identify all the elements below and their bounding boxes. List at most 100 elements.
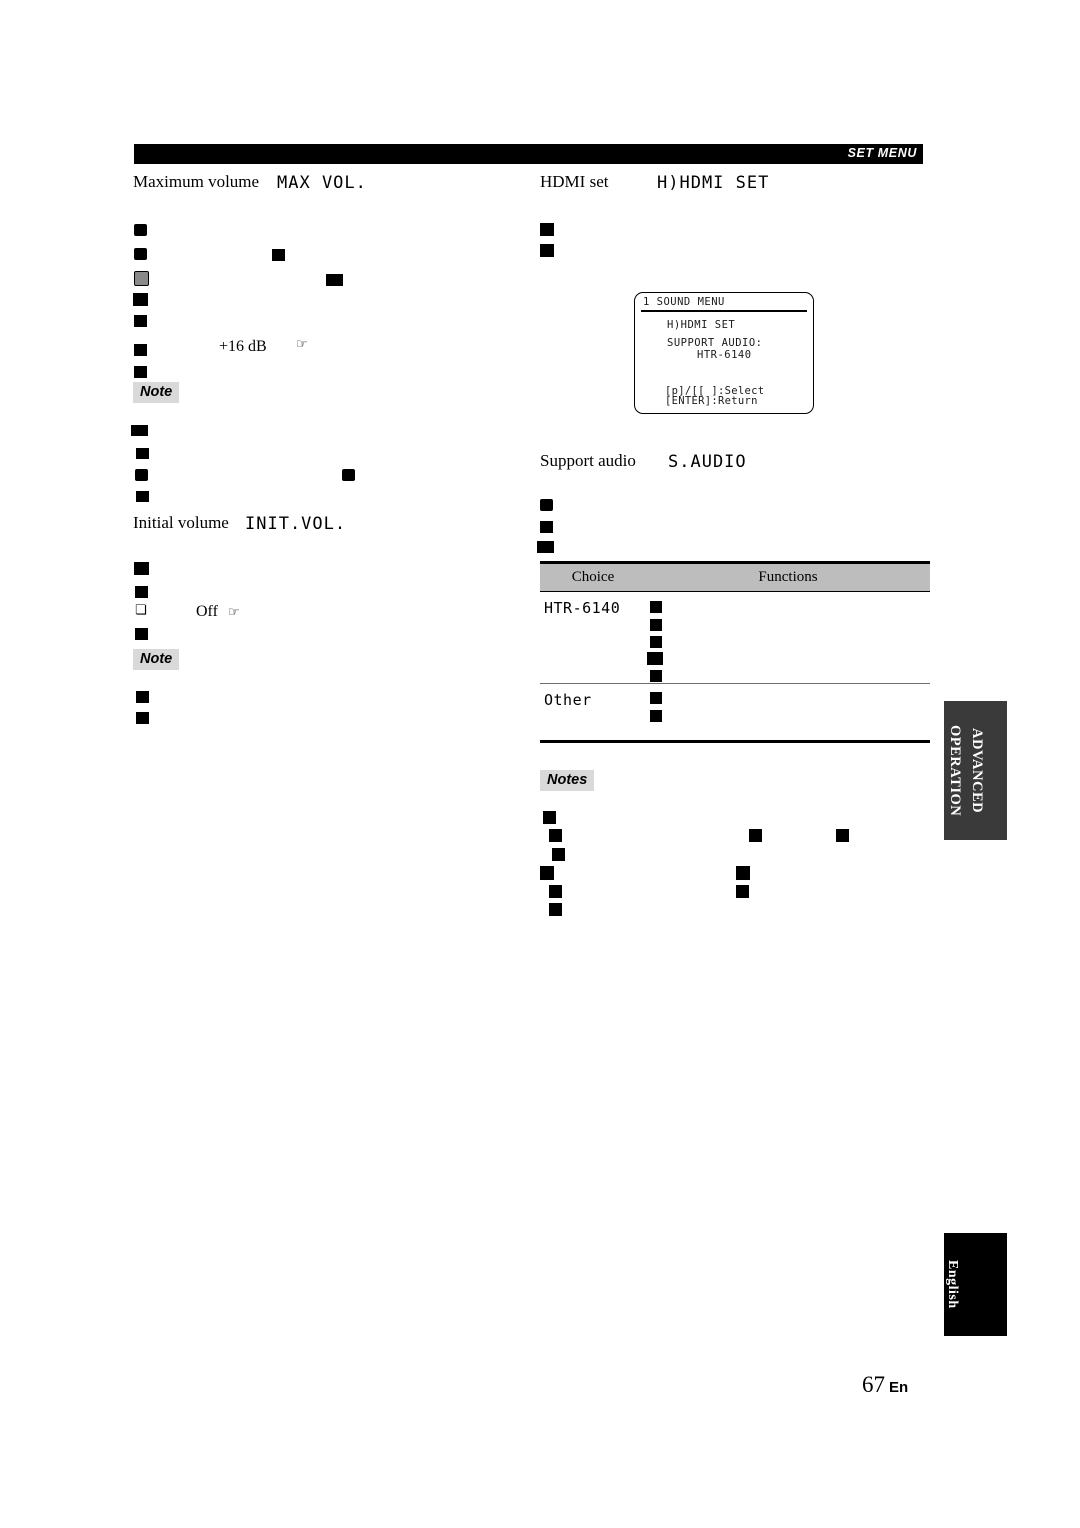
page-language-code: En bbox=[889, 1379, 909, 1396]
redacted-text bbox=[650, 618, 662, 631]
redacted-text bbox=[540, 244, 554, 257]
redacted-text bbox=[135, 469, 148, 481]
section-title-en: HDMI set bbox=[540, 172, 609, 191]
section-title-en: Maximum volume bbox=[133, 172, 260, 191]
note-block-2: Note bbox=[133, 649, 523, 670]
redacted-text bbox=[650, 600, 662, 613]
notes-badge: Notes bbox=[540, 769, 595, 791]
maximum-volume-body: +16 dB ☞ bbox=[133, 198, 523, 378]
redacted-text bbox=[540, 223, 554, 236]
column-header-functions: Functions bbox=[758, 568, 818, 585]
redacted-text bbox=[272, 249, 285, 261]
redacted-text bbox=[543, 810, 556, 824]
redacted-text bbox=[134, 248, 147, 260]
manual-page: SET MENU Maximum volume MAX VOL. +16 dB … bbox=[0, 0, 1080, 1528]
note-2-body bbox=[133, 670, 523, 724]
side-tab-advanced-operation: ADVANCED OPERATION bbox=[944, 701, 1007, 840]
note-block-1: Note bbox=[133, 382, 523, 403]
redacted-text bbox=[136, 448, 149, 459]
page-header-bar: SET MENU bbox=[134, 144, 923, 164]
table-row: Other bbox=[540, 684, 930, 740]
redacted-text bbox=[549, 884, 562, 898]
table-cell-choice: HTR-6140 bbox=[544, 598, 621, 617]
redacted-text bbox=[647, 651, 663, 665]
redacted-text bbox=[134, 224, 147, 236]
lcd-title-divider bbox=[641, 310, 807, 312]
lcd-line-model-value: HTR-6140 bbox=[697, 349, 752, 361]
redacted-text bbox=[135, 628, 148, 640]
max-volume-value: +16 dB bbox=[219, 338, 267, 355]
note-badge: Note bbox=[133, 649, 180, 670]
page-number: 67 bbox=[862, 1372, 885, 1397]
notes-block: Notes bbox=[540, 769, 930, 791]
section-title-en: Initial volume bbox=[133, 513, 229, 532]
table-cell-choice: Other bbox=[544, 691, 592, 709]
section-title-lcd: INIT.VOL. bbox=[245, 514, 347, 534]
redacted-text bbox=[134, 366, 147, 378]
section-title-en: Support audio bbox=[540, 451, 636, 470]
hdmi-set-body: 1 SOUND MENU H)HDMI SET SUPPORT AUDIO: H… bbox=[540, 198, 930, 433]
reference-hand-icon: ☞ bbox=[228, 605, 240, 620]
redacted-text bbox=[134, 562, 149, 575]
lcd-hint-return: [ENTER]:Return bbox=[665, 395, 758, 407]
redacted-text bbox=[133, 293, 148, 306]
redacted-text bbox=[836, 828, 849, 842]
redacted-text bbox=[135, 586, 148, 598]
initial-volume-option-label: Off bbox=[196, 603, 218, 620]
right-column: HDMI set H)HDMI SET 1 SOUND MENU H)HDMI … bbox=[537, 172, 930, 916]
redacted-text bbox=[549, 828, 562, 842]
lcd-menu-title: 1 SOUND MENU bbox=[643, 296, 725, 308]
table-row: HTR-6140 bbox=[540, 592, 930, 683]
table-cell-functions bbox=[646, 684, 930, 740]
section-support-audio: Support audio S.AUDIO bbox=[540, 451, 930, 477]
side-tab-language: English bbox=[944, 1233, 1007, 1336]
choice-functions-table: Choice Functions HTR-6140 Other bbox=[540, 561, 930, 743]
redacted-text bbox=[736, 865, 750, 880]
redacted-text bbox=[650, 692, 662, 704]
table-header-row: Choice Functions bbox=[540, 563, 930, 592]
reference-hand-icon: ☞ bbox=[296, 337, 308, 352]
redacted-text bbox=[650, 635, 662, 648]
redacted-text bbox=[136, 491, 149, 502]
redacted-text bbox=[537, 541, 554, 553]
section-maximum-volume: Maximum volume MAX VOL. bbox=[133, 172, 523, 198]
header-label: SET MENU bbox=[847, 146, 917, 160]
note-badge: Note bbox=[133, 382, 180, 403]
redacted-text bbox=[342, 469, 355, 481]
redacted-text bbox=[650, 710, 662, 722]
redacted-text bbox=[136, 691, 149, 703]
note-1-body bbox=[131, 403, 523, 502]
lcd-line-support-audio: SUPPORT AUDIO: bbox=[667, 337, 763, 349]
page-folio: 67 En bbox=[862, 1372, 908, 1398]
redacted-text bbox=[650, 669, 662, 682]
section-hdmi-set: HDMI set H)HDMI SET bbox=[540, 172, 930, 198]
redacted-text bbox=[549, 902, 562, 916]
section-title-lcd: H)HDMI SET bbox=[657, 173, 770, 193]
option-bullet-icon: ❏ bbox=[135, 603, 147, 618]
initial-volume-body: ❏ Off ☞ bbox=[133, 539, 523, 640]
section-initial-volume: Initial volume INIT.VOL. bbox=[133, 513, 523, 539]
redacted-text bbox=[540, 521, 553, 533]
lcd-line-hdmi-set: H)HDMI SET bbox=[667, 319, 736, 331]
redacted-text bbox=[736, 884, 749, 898]
redacted-text bbox=[131, 425, 148, 436]
lcd-display-illustration: 1 SOUND MENU H)HDMI SET SUPPORT AUDIO: H… bbox=[634, 292, 814, 414]
redacted-text bbox=[540, 499, 553, 511]
redacted-text bbox=[136, 712, 149, 724]
notes-body bbox=[540, 791, 930, 916]
redacted-text bbox=[326, 274, 343, 286]
table-cell-functions bbox=[646, 592, 930, 683]
table-bottom-rule bbox=[540, 740, 930, 743]
redacted-text bbox=[134, 271, 149, 286]
redacted-text bbox=[134, 344, 147, 356]
support-audio-body bbox=[537, 477, 930, 574]
redacted-text bbox=[552, 847, 565, 861]
column-header-choice: Choice bbox=[571, 568, 615, 585]
redacted-text bbox=[134, 315, 147, 327]
side-tab-advanced-label: ADVANCED OPERATION bbox=[947, 724, 985, 817]
side-tab-language-label: English bbox=[945, 1260, 960, 1309]
left-column: Maximum volume MAX VOL. +16 dB ☞ Note In… bbox=[131, 172, 523, 724]
redacted-text bbox=[749, 828, 762, 842]
section-title-lcd: MAX VOL. bbox=[277, 173, 367, 193]
redacted-text bbox=[540, 865, 554, 880]
